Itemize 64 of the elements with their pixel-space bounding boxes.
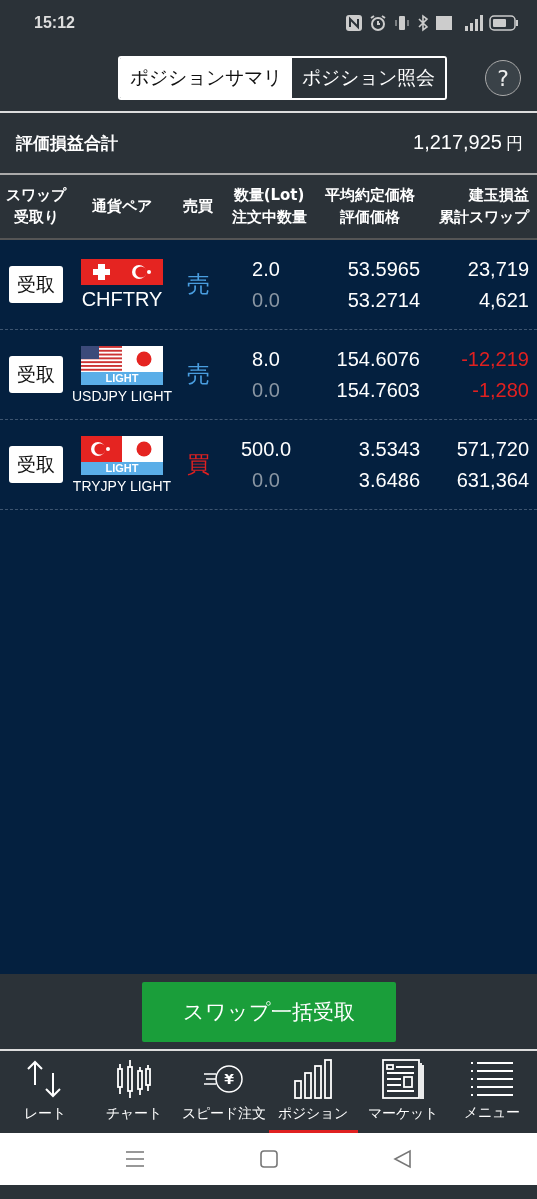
nav-tab[interactable]: チャート	[89, 1051, 179, 1133]
summary-value: 1,217,925	[413, 131, 502, 154]
battery-icon	[489, 13, 519, 32]
vibrate-icon	[393, 13, 411, 32]
trade-side: 買	[186, 450, 210, 479]
currency-pair: CHFTRY	[81, 287, 163, 311]
currency-pair: USDJPY LIGHT	[71, 387, 173, 404]
summary-label: 評価損益合計	[16, 131, 118, 155]
position-pl: 23,719	[467, 257, 529, 281]
cumulative-swap: -1,280	[472, 378, 529, 402]
trade-side: 売	[186, 270, 210, 299]
currency-pair: TRYJPY LIGHT	[72, 477, 172, 494]
pending-quantity: 0.0	[252, 288, 280, 312]
status-time: 15:12	[34, 13, 75, 32]
flag-pair-icon	[81, 345, 163, 372]
valuation-price: 154.7603	[336, 378, 420, 402]
flag-pair-icon	[81, 435, 163, 462]
column-header: スワップ	[6, 184, 66, 206]
nfc-icon	[345, 13, 363, 32]
position-pl: 571,720	[456, 437, 529, 461]
currency-unit: 円	[506, 132, 523, 155]
average-price: 53.5965	[347, 257, 420, 281]
column-header: 通貨ペア	[92, 195, 152, 217]
receive-button[interactable]: 受取	[9, 356, 63, 393]
bar-chart-icon	[294, 1058, 333, 1099]
column-header: 売買	[183, 195, 213, 217]
pending-quantity: 0.0	[252, 378, 280, 402]
receive-button[interactable]: 受取	[9, 446, 63, 483]
nav-tab[interactable]: ¥ スピード注文	[179, 1051, 269, 1133]
home-icon[interactable]	[258, 1149, 279, 1169]
trade-side: 売	[186, 360, 210, 389]
tab[interactable]: ポジションサマリ	[120, 58, 292, 98]
valuation-price: 3.6486	[358, 468, 420, 492]
cumulative-swap: 631,364	[456, 468, 529, 492]
average-price: 154.6076	[336, 347, 420, 371]
newspaper-icon	[381, 1058, 424, 1099]
nav-tab[interactable]: メニュー	[447, 1051, 537, 1133]
cumulative-swap: 4,621	[478, 288, 529, 312]
recent-apps-icon[interactable]	[124, 1150, 145, 1168]
quantity: 500.0	[240, 437, 292, 461]
quantity: 2.0	[252, 257, 280, 281]
column-header: 建玉損益	[469, 184, 529, 206]
nav-tab[interactable]: マーケット	[358, 1051, 448, 1133]
bulk-receive-button[interactable]: スワップ一括受取	[141, 981, 396, 1042]
flag-pair-icon	[81, 258, 163, 285]
column-header: 平均約定価格	[325, 184, 415, 206]
column-header: 数量(Lot)	[233, 184, 305, 206]
column-header: 受取り	[13, 206, 59, 228]
alarm-icon	[369, 13, 387, 32]
pending-quantity: 0.0	[252, 468, 280, 492]
valuation-price: 53.2714	[347, 288, 420, 312]
menu-icon	[471, 1059, 514, 1098]
help-button[interactable]: ?	[485, 60, 521, 96]
average-price: 3.5343	[358, 437, 420, 461]
nav-tab[interactable]: レート	[0, 1051, 90, 1133]
position-pl: -12,219	[461, 347, 529, 371]
receive-button[interactable]: 受取	[9, 266, 63, 303]
bluetooth-icon	[417, 13, 429, 32]
back-icon[interactable]	[392, 1149, 413, 1169]
candlestick-icon	[117, 1058, 152, 1099]
quantity: 8.0	[252, 347, 280, 371]
column-header: 累計スワップ	[439, 206, 529, 228]
column-header: 評価価格	[340, 206, 400, 228]
column-header: 注文中数量	[231, 206, 307, 228]
